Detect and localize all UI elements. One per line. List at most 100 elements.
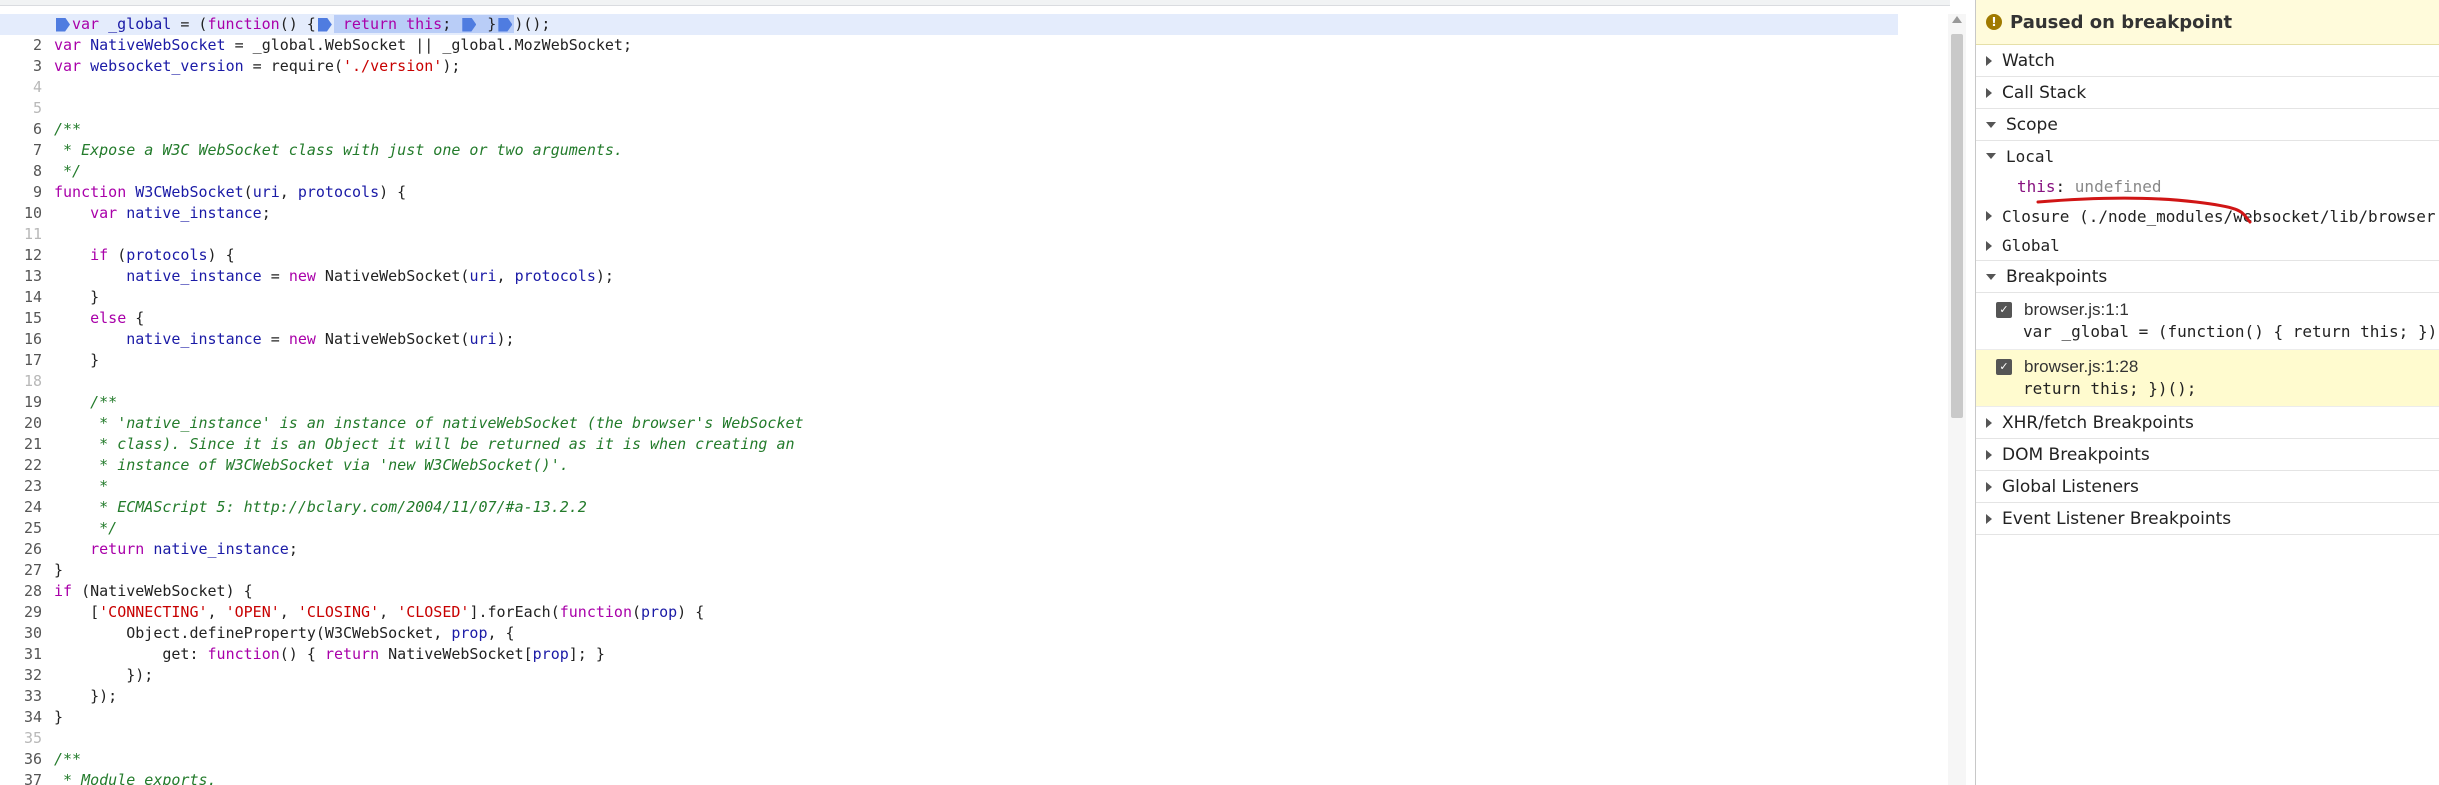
code-line[interactable]: } xyxy=(54,707,1898,728)
line-number[interactable]: 30 xyxy=(0,623,46,644)
line-number[interactable]: 29 xyxy=(0,602,46,623)
code-line[interactable]: * instance of W3CWebSocket via 'new W3CW… xyxy=(54,455,1898,476)
line-number[interactable]: 37 xyxy=(0,770,46,785)
code-line[interactable]: }); xyxy=(54,665,1898,686)
code-line[interactable] xyxy=(54,224,1898,245)
line-number[interactable]: 8 xyxy=(0,161,46,182)
code-line[interactable]: native_instance = new NativeWebSocket(ur… xyxy=(54,266,1898,287)
code-line[interactable]: var _global = (function() { return this;… xyxy=(0,14,1898,35)
breakpoint-item-active[interactable]: ✓ browser.js:1:28 return this; })(); xyxy=(1976,350,2439,407)
xhr-breakpoints-header[interactable]: XHR/fetch Breakpoints xyxy=(1976,407,2439,439)
code-line[interactable]: Object.defineProperty(W3CWebSocket, prop… xyxy=(54,623,1898,644)
code-line[interactable]: native_instance = new NativeWebSocket(ur… xyxy=(54,329,1898,350)
line-number[interactable]: 5 xyxy=(0,98,46,119)
code-line[interactable]: } xyxy=(54,560,1898,581)
line-number[interactable]: 22 xyxy=(0,455,46,476)
editor-scrollbar[interactable] xyxy=(1948,14,1966,785)
breakpoints-section-header[interactable]: Breakpoints xyxy=(1976,261,2439,293)
code-line[interactable]: }); xyxy=(54,686,1898,707)
code-line[interactable]: if (protocols) { xyxy=(54,245,1898,266)
code-line[interactable] xyxy=(54,728,1898,749)
code-line[interactable]: * xyxy=(54,476,1898,497)
code-line[interactable]: function W3CWebSocket(uri, protocols) { xyxy=(54,182,1898,203)
scrollbar-thumb[interactable] xyxy=(1951,34,1963,418)
code-line[interactable]: } xyxy=(54,350,1898,371)
line-number[interactable]: 31 xyxy=(0,644,46,665)
section-label: Call Stack xyxy=(2002,82,2087,103)
line-number-gutter[interactable]: 1234567891011121314151617181920212223242… xyxy=(0,14,63,785)
code-line[interactable]: * Expose a W3C WebSocket class with just… xyxy=(54,140,1898,161)
code-line[interactable]: get: function() { return NativeWebSocket… xyxy=(54,644,1898,665)
line-number[interactable]: 18 xyxy=(0,371,46,392)
code-line[interactable]: /** xyxy=(54,119,1898,140)
line-number[interactable]: 36 xyxy=(0,749,46,770)
code-line[interactable]: return native_instance; xyxy=(54,539,1898,560)
breakpoint-checkbox[interactable]: ✓ xyxy=(1996,359,2012,375)
section-label: Scope xyxy=(2006,114,2058,135)
code-line[interactable]: * class). Since it is an Object it will … xyxy=(54,434,1898,455)
scope-section-header[interactable]: Scope xyxy=(1976,109,2439,141)
line-number[interactable]: 21 xyxy=(0,434,46,455)
breakpoint-item[interactable]: ✓ browser.js:1:1 var _global = (function… xyxy=(1976,293,2439,350)
code-line[interactable]: var NativeWebSocket = _global.WebSocket … xyxy=(54,35,1898,56)
scroll-up-icon[interactable] xyxy=(1952,16,1962,23)
code-line[interactable]: * 'native_instance' is an instance of na… xyxy=(54,413,1898,434)
line-number[interactable]: 14 xyxy=(0,287,46,308)
source-editor[interactable]: 1234567891011121314151617181920212223242… xyxy=(0,0,1950,785)
dom-breakpoints-header[interactable]: DOM Breakpoints xyxy=(1976,439,2439,471)
line-number[interactable]: 11 xyxy=(0,224,46,245)
code-line[interactable]: } xyxy=(54,287,1898,308)
code-line[interactable]: * ECMAScript 5: http://bclary.com/2004/1… xyxy=(54,497,1898,518)
line-number[interactable]: 10 xyxy=(0,203,46,224)
code-line[interactable]: */ xyxy=(54,161,1898,182)
line-number[interactable]: 25 xyxy=(0,518,46,539)
code-line[interactable]: */ xyxy=(54,518,1898,539)
line-number[interactable]: 6 xyxy=(0,119,46,140)
line-number[interactable]: 32 xyxy=(0,665,46,686)
line-number[interactable]: 3 xyxy=(0,56,46,77)
section-label: Global Listeners xyxy=(2002,476,2139,497)
code-line[interactable]: else { xyxy=(54,308,1898,329)
scope-local[interactable]: Local xyxy=(1976,141,2439,171)
line-number[interactable]: 19 xyxy=(0,392,46,413)
line-number[interactable]: 7 xyxy=(0,140,46,161)
line-number[interactable]: 27 xyxy=(0,560,46,581)
call-stack-section-header[interactable]: Call Stack xyxy=(1976,77,2439,109)
global-listeners-header[interactable]: Global Listeners xyxy=(1976,471,2439,503)
line-number[interactable]: 17 xyxy=(0,350,46,371)
editor-tab-strip xyxy=(0,0,1950,6)
code-line[interactable] xyxy=(54,371,1898,392)
line-number[interactable]: 4 xyxy=(0,77,46,98)
line-number[interactable]: 24 xyxy=(0,497,46,518)
breakpoint-checkbox[interactable]: ✓ xyxy=(1996,302,2012,318)
collapse-arrow-icon xyxy=(1986,273,1996,280)
expand-arrow-icon xyxy=(1986,481,1992,492)
line-number[interactable]: 12 xyxy=(0,245,46,266)
code-line[interactable]: /** xyxy=(54,749,1898,770)
line-number[interactable]: 16 xyxy=(0,329,46,350)
line-number[interactable]: 15 xyxy=(0,308,46,329)
line-number[interactable]: 20 xyxy=(0,413,46,434)
code-line[interactable]: /** xyxy=(54,392,1898,413)
code-line[interactable]: if (NativeWebSocket) { xyxy=(54,581,1898,602)
event-listener-breakpoints-header[interactable]: Event Listener Breakpoints xyxy=(1976,503,2439,535)
code-line[interactable] xyxy=(54,77,1898,98)
code-area[interactable]: var _global = (function() { return this;… xyxy=(0,14,1898,785)
line-number[interactable]: 35 xyxy=(0,728,46,749)
expand-arrow-icon xyxy=(1986,240,1992,251)
line-number[interactable]: 33 xyxy=(0,686,46,707)
code-line[interactable]: var websocket_version = require('./versi… xyxy=(54,56,1898,77)
code-line[interactable]: var native_instance; xyxy=(54,203,1898,224)
line-number[interactable]: 2 xyxy=(0,35,46,56)
line-number[interactable]: 26 xyxy=(0,539,46,560)
line-number[interactable]: 23 xyxy=(0,476,46,497)
line-number[interactable]: 9 xyxy=(0,182,46,203)
code-line[interactable]: * Module exports. xyxy=(54,770,1898,785)
watch-section-header[interactable]: Watch xyxy=(1976,45,2439,77)
line-number[interactable]: 13 xyxy=(0,266,46,287)
line-number[interactable]: 34 xyxy=(0,707,46,728)
scope-global[interactable]: Global xyxy=(1976,231,2439,261)
line-number[interactable]: 28 xyxy=(0,581,46,602)
code-line[interactable]: ['CONNECTING', 'OPEN', 'CLOSING', 'CLOSE… xyxy=(54,602,1898,623)
code-line[interactable] xyxy=(54,98,1898,119)
